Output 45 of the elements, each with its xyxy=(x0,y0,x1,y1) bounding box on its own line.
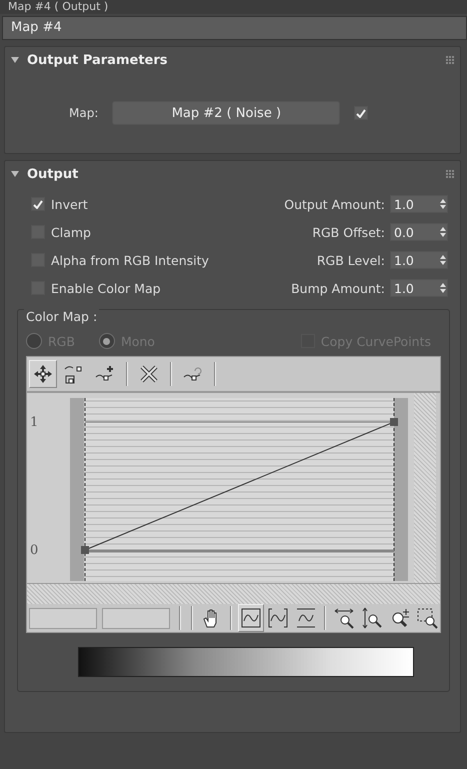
checkbox-label: Alpha from RGB Intensity xyxy=(51,252,209,268)
spinner-field[interactable]: 0.0 xyxy=(390,223,448,241)
map-checkbox[interactable] xyxy=(354,106,368,120)
zoom-vertical-icon xyxy=(361,607,384,629)
map-label: Map: xyxy=(69,106,98,120)
spinner-arrows-icon xyxy=(439,254,447,266)
spinner-field[interactable]: 1.0 xyxy=(390,195,448,213)
spinner-label: Output Amount: xyxy=(284,196,385,212)
rollout-title[interactable]: Output Parameters xyxy=(27,52,168,68)
spinner-arrows-icon xyxy=(439,282,447,294)
collapse-arrow-icon[interactable] xyxy=(11,170,19,178)
spinner-label: RGB Offset: xyxy=(312,224,385,240)
rollout-title[interactable]: Output xyxy=(27,166,78,182)
spinner-label: Bump Amount: xyxy=(291,280,385,296)
value-field[interactable] xyxy=(102,608,170,628)
checkbox-label: Enable Color Map xyxy=(51,280,161,296)
checkbox[interactable] xyxy=(31,197,45,211)
checkbox-label: Invert xyxy=(51,196,88,212)
spinner-field[interactable]: 1.0 xyxy=(390,279,448,297)
checkbox-label: Clamp xyxy=(51,224,91,240)
name-field[interactable]: Map #4 xyxy=(2,16,467,40)
zoom-region-icon xyxy=(416,607,438,629)
delete-icon xyxy=(138,363,160,385)
group-title: Color Map : xyxy=(24,309,100,324)
spinner-field[interactable]: 1.0 xyxy=(390,251,448,269)
axis-label: 1 xyxy=(30,416,38,430)
axis-label: 0 xyxy=(30,544,38,558)
spinner-label: RGB Level: xyxy=(316,252,385,268)
checkmark-icon xyxy=(356,108,366,118)
grip-icon[interactable] xyxy=(446,170,454,178)
zoom-horizontal-icon xyxy=(334,607,356,629)
map-button[interactable]: Map #2 ( Noise ) xyxy=(112,101,340,125)
curve-bracket-icon xyxy=(267,607,290,629)
value-field[interactable] xyxy=(29,608,97,628)
spinner-arrows-icon xyxy=(439,226,447,238)
window-title: Map #4 ( Output ) xyxy=(0,0,467,14)
spinner-arrows-icon xyxy=(439,198,447,210)
collapse-arrow-icon[interactable] xyxy=(11,56,19,64)
curve-icon xyxy=(240,607,262,629)
curve-lines-icon xyxy=(294,607,317,629)
vertical-scrollbar[interactable] xyxy=(414,393,436,583)
grip-icon[interactable] xyxy=(446,56,454,64)
move-arrows-icon xyxy=(32,363,54,385)
horizontal-scrollbar[interactable] xyxy=(27,583,440,604)
checkmark-icon xyxy=(33,200,43,208)
